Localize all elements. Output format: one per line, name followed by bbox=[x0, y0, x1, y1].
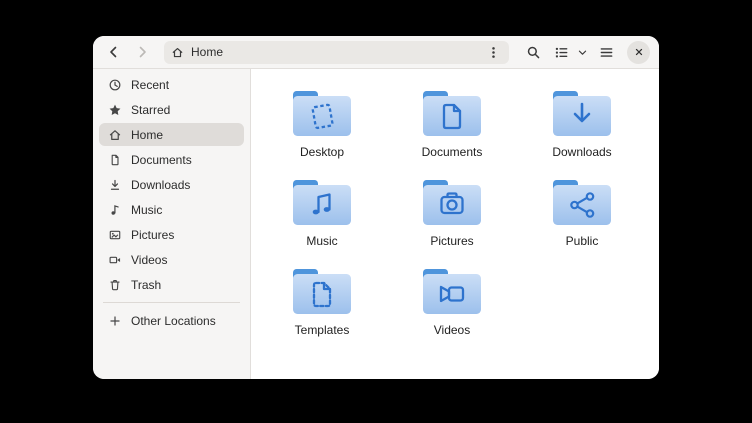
back-button[interactable] bbox=[102, 40, 126, 64]
sidebar-item-label: Videos bbox=[131, 253, 167, 267]
folder-label: Documents bbox=[422, 145, 483, 159]
list-view-button[interactable] bbox=[549, 40, 573, 64]
file-manager-window: Home bbox=[93, 36, 659, 379]
sidebar: Recent Starred Home Documents bbox=[93, 69, 251, 379]
kebab-menu-icon bbox=[486, 45, 501, 60]
folder-templates[interactable]: Templates bbox=[257, 265, 387, 354]
sidebar-item-label: Downloads bbox=[131, 178, 190, 192]
chevron-down-icon bbox=[577, 47, 588, 58]
folder-icon bbox=[290, 265, 354, 317]
folder-label: Pictures bbox=[430, 234, 473, 248]
search-button[interactable] bbox=[521, 40, 545, 64]
headerbar: Home bbox=[93, 36, 659, 69]
picture-icon bbox=[107, 228, 122, 242]
download-icon bbox=[107, 178, 122, 192]
sidebar-item-label: Pictures bbox=[131, 228, 174, 242]
view-switcher bbox=[549, 40, 590, 64]
sidebar-item-other-locations[interactable]: Other Locations bbox=[99, 309, 244, 332]
home-icon bbox=[107, 128, 122, 142]
sidebar-item-label: Documents bbox=[131, 153, 192, 167]
folder-icon bbox=[420, 87, 484, 139]
sidebar-item-label: Starred bbox=[131, 103, 170, 117]
trash-icon bbox=[107, 278, 122, 292]
star-icon bbox=[107, 103, 122, 117]
folder-icon bbox=[550, 176, 614, 228]
main-menu-button[interactable] bbox=[594, 40, 618, 64]
folder-icon bbox=[550, 87, 614, 139]
folder-icon bbox=[290, 176, 354, 228]
sidebar-item-label: Home bbox=[131, 128, 163, 142]
path-label: Home bbox=[191, 45, 223, 59]
folder-documents[interactable]: Documents bbox=[387, 87, 517, 176]
clock-icon bbox=[107, 78, 122, 92]
music-note-icon bbox=[107, 203, 122, 217]
video-icon bbox=[107, 253, 122, 267]
folder-videos[interactable]: Videos bbox=[387, 265, 517, 354]
folder-icon bbox=[420, 265, 484, 317]
list-view-icon bbox=[554, 45, 569, 60]
forward-button[interactable] bbox=[130, 40, 154, 64]
sidebar-item-videos[interactable]: Videos bbox=[99, 248, 244, 271]
folder-public[interactable]: Public bbox=[517, 176, 647, 265]
folder-pictures[interactable]: Pictures bbox=[387, 176, 517, 265]
folder-grid: Desktop Documents bbox=[251, 69, 659, 379]
chevron-left-icon bbox=[106, 44, 122, 60]
chevron-right-icon bbox=[134, 44, 150, 60]
sidebar-item-label: Other Locations bbox=[131, 314, 216, 328]
current-folder-menu-button[interactable] bbox=[484, 43, 502, 61]
folder-label: Downloads bbox=[552, 145, 611, 159]
folder-icon bbox=[290, 87, 354, 139]
home-icon bbox=[171, 46, 184, 59]
sidebar-item-starred[interactable]: Starred bbox=[99, 98, 244, 121]
sidebar-item-documents[interactable]: Documents bbox=[99, 148, 244, 171]
folder-label: Videos bbox=[434, 323, 470, 337]
path-bar[interactable]: Home bbox=[164, 41, 509, 64]
folder-desktop[interactable]: Desktop bbox=[257, 87, 387, 176]
folder-downloads[interactable]: Downloads bbox=[517, 87, 647, 176]
sidebar-item-label: Trash bbox=[131, 278, 161, 292]
folder-music[interactable]: Music bbox=[257, 176, 387, 265]
view-options-button[interactable] bbox=[574, 40, 590, 64]
folder-label: Public bbox=[566, 234, 599, 248]
sidebar-item-recent[interactable]: Recent bbox=[99, 73, 244, 96]
search-icon bbox=[526, 45, 541, 60]
folder-label: Templates bbox=[295, 323, 350, 337]
folder-label: Music bbox=[306, 234, 337, 248]
folder-label: Desktop bbox=[300, 145, 344, 159]
sidebar-item-downloads[interactable]: Downloads bbox=[99, 173, 244, 196]
document-icon bbox=[107, 153, 122, 167]
sidebar-separator bbox=[103, 302, 240, 303]
sidebar-item-trash[interactable]: Trash bbox=[99, 273, 244, 296]
plus-icon bbox=[107, 314, 122, 328]
sidebar-item-pictures[interactable]: Pictures bbox=[99, 223, 244, 246]
close-window-button[interactable] bbox=[627, 41, 650, 64]
folder-icon bbox=[420, 176, 484, 228]
window-content: Recent Starred Home Documents bbox=[93, 69, 659, 379]
close-icon bbox=[633, 46, 645, 58]
sidebar-item-label: Recent bbox=[131, 78, 169, 92]
hamburger-menu-icon bbox=[599, 45, 614, 60]
sidebar-item-music[interactable]: Music bbox=[99, 198, 244, 221]
sidebar-item-home[interactable]: Home bbox=[99, 123, 244, 146]
sidebar-item-label: Music bbox=[131, 203, 162, 217]
